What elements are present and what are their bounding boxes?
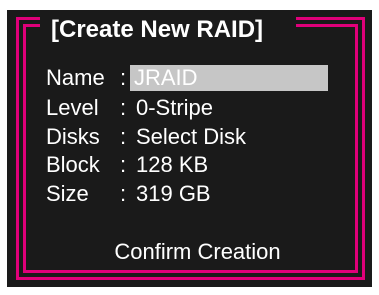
level-value[interactable]: 0-Stripe [136, 94, 213, 122]
confirm-creation-button[interactable]: Confirm Creation [0, 238, 379, 266]
block-separator: : [120, 152, 127, 177]
disks-field[interactable]: Disks : Select Disk [46, 123, 346, 151]
block-field[interactable]: Block : 128 KB [46, 151, 346, 179]
size-value: 319 GB [136, 181, 211, 206]
block-value[interactable]: 128 KB [136, 151, 208, 179]
name-input[interactable]: JRAID [130, 65, 328, 91]
disks-separator: : [120, 124, 127, 149]
level-label: Level [46, 95, 99, 120]
name-field[interactable]: Name : JRAID [46, 64, 346, 92]
level-separator: : [120, 95, 127, 120]
dialog-title: [Create New RAID] [51, 16, 264, 43]
size-separator: : [120, 181, 127, 206]
level-field[interactable]: Level : 0-Stripe [46, 94, 346, 122]
block-label: Block [46, 152, 100, 177]
name-label: Name [46, 65, 105, 90]
size-field: Size : 319 GB [46, 180, 346, 208]
name-separator: : [120, 65, 127, 90]
disks-label: Disks [46, 124, 100, 149]
disks-value[interactable]: Select Disk [136, 123, 246, 151]
size-label: Size [46, 181, 89, 206]
